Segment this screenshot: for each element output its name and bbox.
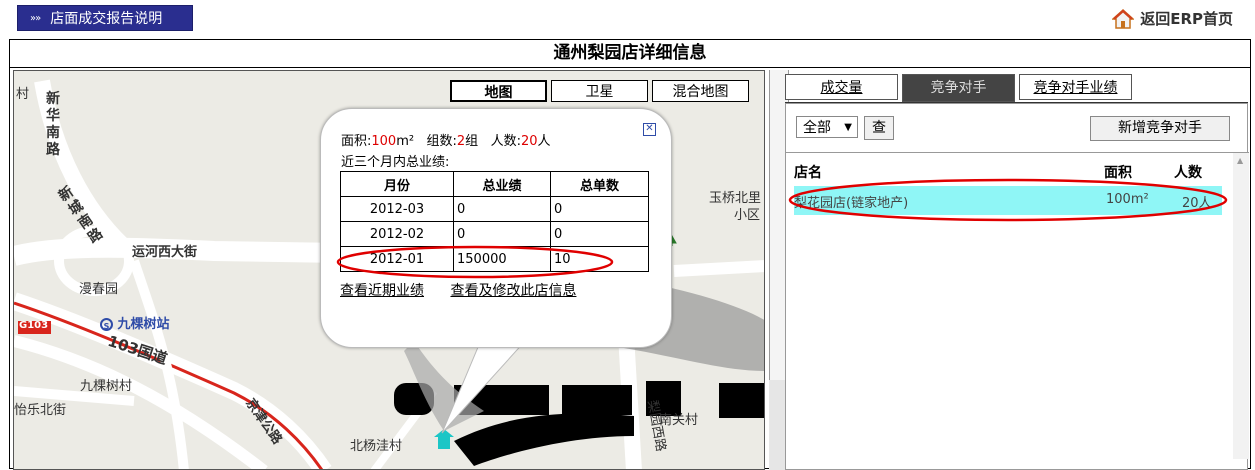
return-erp-home-label: 返回ERP首页 (1140, 10, 1233, 28)
query-button[interactable]: 查 (864, 116, 894, 140)
competitor-panel: 全部 ▼ 查 新增竞争对手 店名 面积 人数 梨花园店(链家地产) 100m² … (785, 103, 1249, 470)
tab-competitors[interactable]: 竞争对手 (902, 74, 1015, 102)
red-annotation-ellipse (336, 245, 614, 279)
map-label-yile: 怡乐北街 (14, 403, 67, 418)
scope-select[interactable]: 全部 ▼ (796, 116, 858, 138)
view-recent-performance-link[interactable]: 查看近期业绩 (340, 283, 424, 299)
tab-transaction-volume[interactable]: 成交量 (785, 74, 898, 100)
cell-orders: 0 (550, 196, 649, 222)
scroll-up-icon[interactable]: ▲ (1237, 156, 1243, 165)
map-label-jiukeshu-station: S 九棵树站 (100, 313, 170, 332)
column-header-total-performance: 总业绩 (453, 171, 551, 197)
report-description-button[interactable]: »» 店面成交报告说明 (17, 5, 193, 31)
cell-performance: 0 (453, 196, 551, 222)
map-label-beiyangwa: 北杨洼村 (350, 439, 403, 454)
store-info-bubble: 面积:100m² 组数:2组 人数:20人 近三个月内总业绩: ✕ 月份 总业绩… (320, 108, 672, 348)
return-erp-home-link[interactable]: 返回ERP首页 (1112, 8, 1233, 29)
map-label-xiaoqu: 小区 (734, 208, 761, 223)
map-label-manchun: 漫春园 (79, 282, 119, 297)
column-header-total-orders: 总单数 (550, 171, 649, 197)
map-label-g103: G103 (19, 320, 49, 331)
map-type-hybrid[interactable]: 混合地图 (652, 80, 749, 102)
table-header-row: 月份 总业绩 总单数 (340, 171, 649, 197)
store-detail-frame: 通州梨园店详细信息 村 新华南路 新城南路 运河西大街 漫春园 S 九棵树站 G… (9, 39, 1251, 470)
map-type-switcher: 地图 卫星 混合地图 (450, 80, 749, 102)
bubble-links: 查看近期业绩 查看及修改此店信息 (340, 280, 598, 300)
table-row: 2012-03 0 0 (340, 196, 649, 222)
tab-bar: 成交量 竞争对手 竞争对手业绩 (785, 74, 1248, 105)
recent-performance-title: 近三个月内总业绩: (341, 155, 450, 170)
red-annotation-ellipse (788, 178, 1228, 222)
map-label-jiukeshu-village: 九棵树村 (80, 379, 133, 394)
map-type-map[interactable]: 地图 (450, 80, 547, 102)
right-panel: 成交量 竞争对手 竞争对手业绩 全部 ▼ 查 新增竞争对手 店名 面积 人数 梨… (785, 70, 1249, 470)
competitor-list: 店名 面积 人数 梨花园店(链家地产) 100m² 20人 ▲ (786, 152, 1249, 459)
view-edit-store-link[interactable]: 查看及修改此店信息 (450, 283, 576, 299)
page-title: 通州梨园店详细信息 (10, 40, 1250, 68)
map-label-yunhe: 运河西大街 (132, 245, 198, 260)
double-arrow-icon: »» (30, 12, 41, 24)
home-icon (1112, 8, 1135, 29)
close-icon[interactable]: ✕ (643, 123, 656, 136)
add-competitor-button[interactable]: 新增竞争对手 (1090, 116, 1230, 141)
column-header-month: 月份 (340, 171, 454, 197)
cell-month: 2012-03 (340, 196, 454, 222)
list-scrollbar[interactable]: ▲ (1233, 153, 1249, 459)
map-type-satellite[interactable]: 卫星 (551, 80, 648, 102)
tab-competitor-performance[interactable]: 竞争对手业绩 (1019, 74, 1132, 100)
dropdown-arrow-icon: ▼ (844, 122, 852, 133)
map-label-xinhua: 新华南路 (46, 91, 60, 158)
store-summary: 面积:100m² 组数:2组 人数:20人 (341, 134, 551, 149)
report-description-label: 店面成交报告说明 (50, 11, 163, 27)
map-label-cun: 村 (16, 87, 30, 102)
